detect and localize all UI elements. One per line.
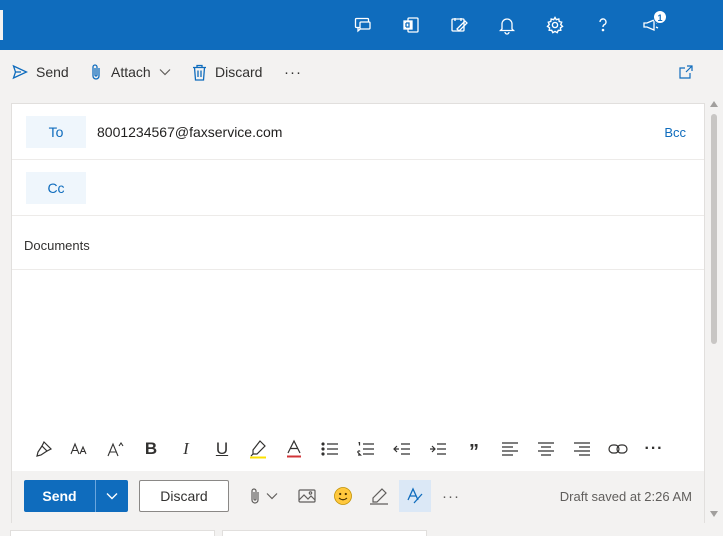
attach-command-button[interactable]: Attach bbox=[89, 50, 171, 94]
chevron-down-icon[interactable] bbox=[159, 68, 171, 76]
emoji-icon[interactable] bbox=[328, 482, 358, 510]
pop-out-icon bbox=[678, 64, 694, 80]
scroll-thumb[interactable] bbox=[711, 114, 717, 344]
discard-command-button[interactable]: Discard bbox=[192, 50, 262, 94]
scrollbar[interactable] bbox=[707, 96, 721, 524]
to-button[interactable]: To bbox=[26, 116, 86, 148]
font-color-icon[interactable] bbox=[280, 436, 308, 462]
send-command-button[interactable]: Send bbox=[12, 50, 69, 94]
attach-command-label: Attach bbox=[111, 64, 151, 80]
search-box-edge[interactable] bbox=[0, 10, 3, 40]
cc-button[interactable]: Cc bbox=[26, 172, 86, 204]
command-bar: Send Attach Discard ··· bbox=[0, 50, 723, 94]
more-options-button[interactable]: ··· bbox=[284, 50, 302, 94]
send-command-label: Send bbox=[36, 64, 69, 80]
subject-field[interactable]: Documents bbox=[24, 238, 90, 253]
message-body[interactable] bbox=[12, 271, 704, 425]
office-icon[interactable] bbox=[387, 0, 435, 50]
font-size-icon[interactable] bbox=[65, 436, 93, 462]
notification-badge: 1 bbox=[653, 10, 667, 24]
discard-command-label: Discard bbox=[215, 64, 263, 80]
highlight-icon[interactable] bbox=[244, 436, 272, 462]
help-icon[interactable] bbox=[579, 0, 627, 50]
more-actions-button[interactable]: ··· bbox=[436, 482, 466, 510]
underline-button[interactable]: U bbox=[208, 436, 236, 462]
scroll-down-arrow-icon[interactable] bbox=[710, 510, 718, 518]
to-recipient[interactable]: 8001234567@faxservice.com bbox=[97, 124, 282, 140]
signature-icon[interactable] bbox=[364, 482, 394, 510]
scroll-up-arrow-icon[interactable] bbox=[710, 100, 718, 108]
bell-icon[interactable] bbox=[483, 0, 531, 50]
to-row: To 8001234567@faxservice.com Bcc bbox=[12, 104, 704, 160]
app-header: 1 bbox=[0, 0, 723, 50]
megaphone-icon[interactable]: 1 bbox=[627, 0, 675, 50]
pop-out-button[interactable] bbox=[678, 50, 694, 94]
grow-font-icon[interactable] bbox=[101, 436, 129, 462]
quote-button[interactable]: ” bbox=[460, 436, 488, 463]
gear-icon[interactable] bbox=[531, 0, 579, 50]
bullets-icon[interactable] bbox=[316, 436, 344, 462]
subject-row[interactable]: Documents bbox=[12, 216, 704, 270]
editor-icon[interactable] bbox=[399, 480, 431, 512]
draft-status: Draft saved at 2:26 AM bbox=[559, 489, 692, 504]
send-button[interactable]: Send bbox=[24, 480, 128, 512]
compose-panel: To 8001234567@faxservice.com Bcc Cc Docu… bbox=[11, 103, 705, 523]
chevron-down-icon[interactable] bbox=[96, 480, 128, 512]
bcc-button[interactable]: Bcc bbox=[664, 125, 686, 140]
teams-chat-icon[interactable] bbox=[339, 0, 387, 50]
todo-icon[interactable] bbox=[435, 0, 483, 50]
trash-icon bbox=[192, 64, 207, 81]
more-options-label: ··· bbox=[284, 63, 302, 81]
send-icon bbox=[12, 64, 28, 80]
bold-button[interactable]: B bbox=[137, 436, 165, 462]
image-icon[interactable] bbox=[292, 482, 322, 510]
decrease-indent-icon[interactable] bbox=[388, 436, 416, 462]
chevron-down-icon[interactable] bbox=[262, 482, 282, 510]
more-format-options-button[interactable]: ··· bbox=[640, 436, 668, 462]
discard-button[interactable]: Discard bbox=[139, 480, 229, 512]
align-left-icon[interactable] bbox=[496, 436, 524, 462]
format-painter-icon[interactable] bbox=[30, 436, 58, 462]
send-button-label: Send bbox=[24, 480, 96, 512]
bottom-tab[interactable] bbox=[222, 530, 427, 536]
italic-button[interactable]: I bbox=[172, 436, 200, 462]
numbering-icon[interactable] bbox=[352, 436, 380, 462]
action-bar: Send Discard ··· Draft saved at 2:26 AM bbox=[12, 471, 704, 523]
increase-indent-icon[interactable] bbox=[424, 436, 452, 462]
align-center-icon[interactable] bbox=[532, 436, 560, 462]
link-icon[interactable] bbox=[604, 436, 632, 462]
format-toolbar: B I U ” ··· bbox=[12, 428, 704, 468]
align-right-icon[interactable] bbox=[568, 436, 596, 462]
cc-row: Cc bbox=[12, 160, 704, 216]
paperclip-icon bbox=[89, 63, 103, 81]
bottom-tabs bbox=[0, 530, 723, 536]
bottom-tab[interactable] bbox=[10, 530, 215, 536]
